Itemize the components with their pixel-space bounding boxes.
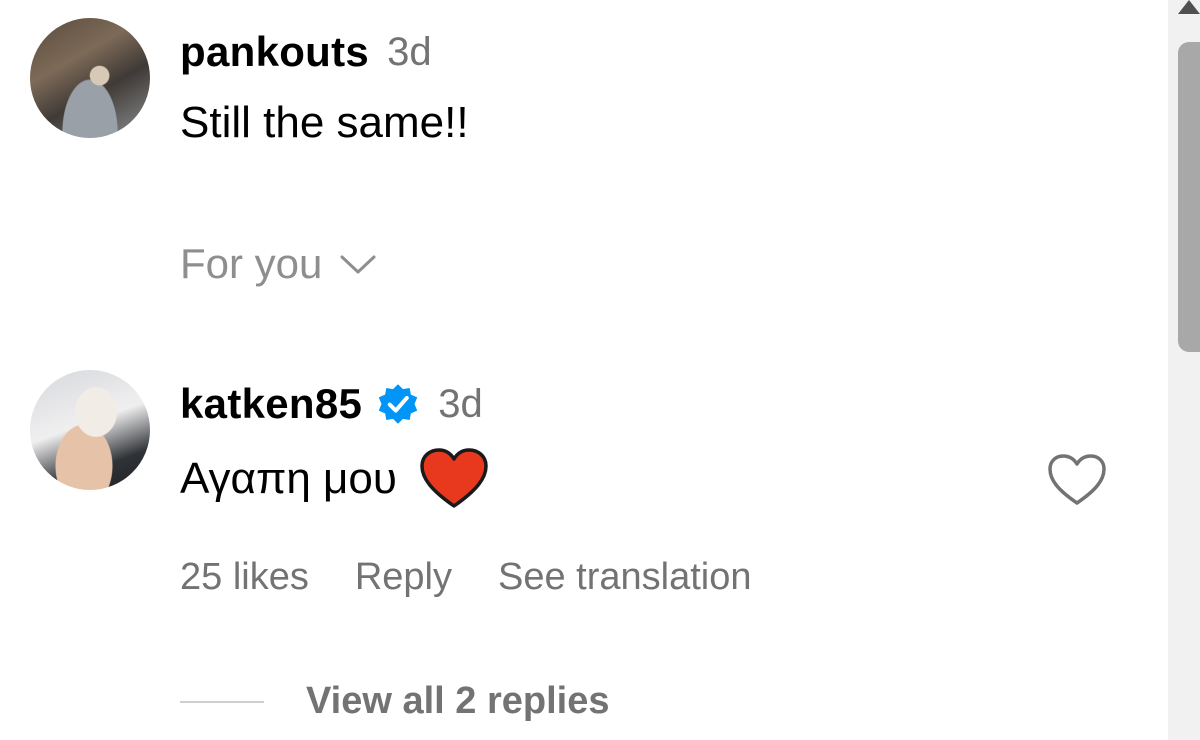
comment-header-pankouts: pankouts 3d (180, 28, 432, 76)
comment-text-katken85: Αγαπη μου (180, 448, 489, 510)
scroll-up-arrow-icon[interactable] (1178, 0, 1200, 14)
comment-sort-label: For you (180, 240, 323, 287)
username-pankouts[interactable]: pankouts (180, 28, 369, 76)
comment-text-body: Αγαπη μου (180, 454, 397, 503)
comment-actions: 25 likes Reply See translation (180, 556, 798, 599)
comment-time[interactable]: 3d (438, 382, 483, 427)
red-heart-icon (420, 448, 488, 508)
see-translation-button[interactable]: See translation (498, 556, 752, 599)
scrollbar-thumb[interactable] (1178, 42, 1200, 352)
comment-time[interactable]: 3d (387, 30, 432, 75)
view-replies: View all 2 replies (180, 680, 609, 723)
comments-panel: pankouts 3d Still the same!! For you kat… (0, 0, 1200, 740)
likes-count[interactable]: 25 likes (180, 556, 309, 599)
reply-button[interactable]: Reply (355, 556, 452, 599)
replies-divider (180, 700, 264, 703)
comment-sort-dropdown[interactable]: For you (180, 240, 378, 288)
avatar-pankouts[interactable] (30, 18, 150, 138)
view-replies-button[interactable]: View all 2 replies (306, 680, 609, 723)
chevron-down-icon (340, 255, 376, 274)
like-comment-heart-icon[interactable] (1046, 452, 1108, 508)
avatar-katken85[interactable] (30, 370, 150, 490)
comment-text-pankouts: Still the same!! (180, 98, 469, 147)
username-katken85[interactable]: katken85 (180, 380, 362, 428)
comment-header-katken85: katken85 3d (180, 380, 483, 428)
verified-badge-icon (378, 384, 418, 424)
